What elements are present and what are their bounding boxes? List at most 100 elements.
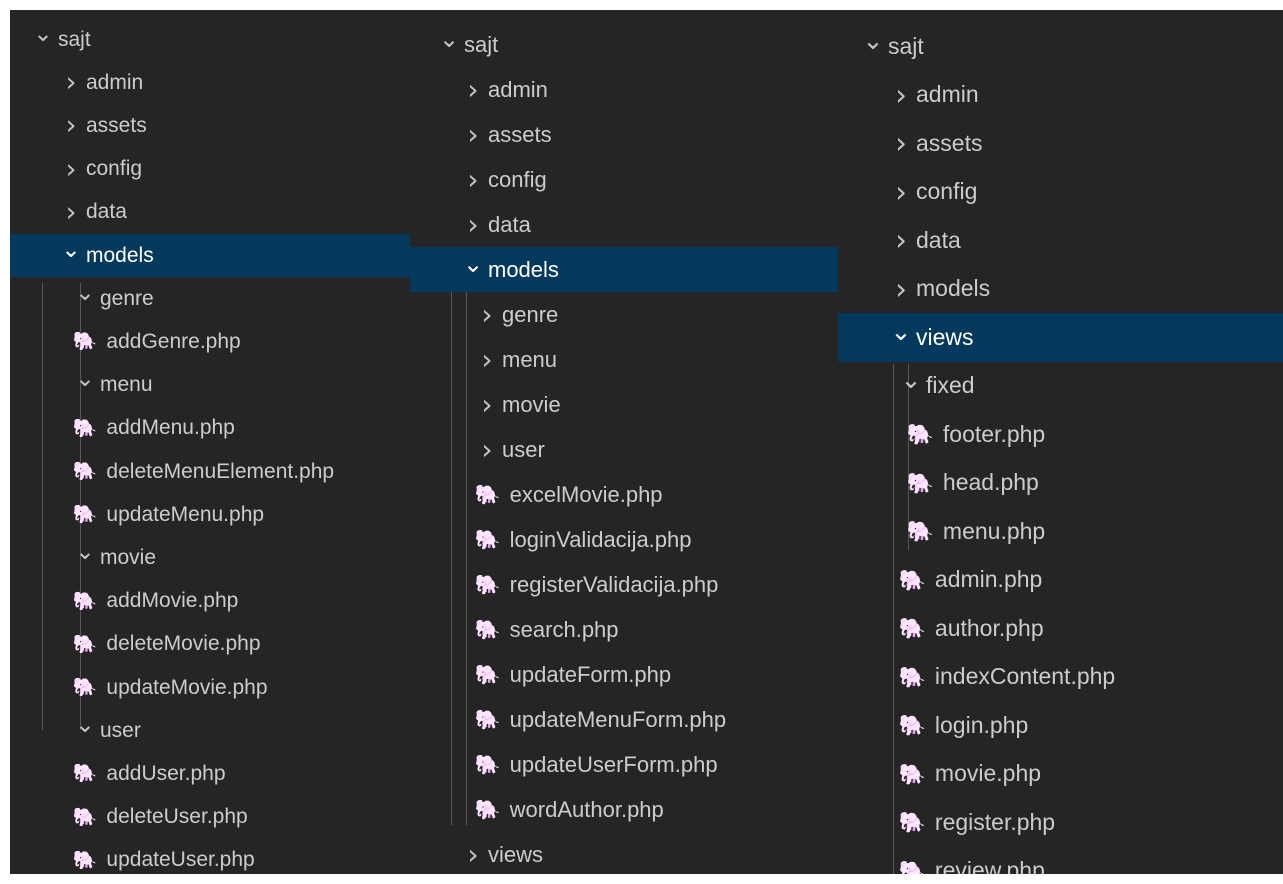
- folder-item[interactable]: › models: [838, 265, 1283, 314]
- folder-item[interactable]: › assets: [10, 104, 420, 147]
- file-item[interactable]: 🐘 deleteMovie.php: [10, 623, 420, 666]
- folder-item[interactable]: ⌄ views: [838, 313, 1283, 362]
- file-item[interactable]: 🐘 excelMovie.php: [410, 472, 838, 517]
- folder-item[interactable]: › admin: [410, 67, 838, 112]
- chevron-right-icon: ›: [481, 343, 493, 376]
- folder-item[interactable]: ⌄ genre: [10, 277, 420, 320]
- folder-item[interactable]: › data: [410, 202, 838, 247]
- file-item[interactable]: 🐘 deleteUser.php: [10, 796, 420, 839]
- file-item[interactable]: 🐘 head.php: [838, 459, 1283, 508]
- php-elephant-icon: 🐘: [474, 574, 501, 596]
- folder-item[interactable]: ⌄ sajt: [838, 22, 1283, 71]
- php-elephant-icon: 🐘: [898, 567, 927, 592]
- folder-item[interactable]: › config: [10, 148, 420, 191]
- php-elephant-icon: 🐘: [898, 616, 927, 641]
- folder-name: config: [86, 157, 143, 181]
- chevron-right-icon: ›: [467, 118, 479, 151]
- file-item[interactable]: 🐘 login.php: [838, 701, 1283, 750]
- folder-item[interactable]: › assets: [838, 119, 1283, 168]
- file-name: author.php: [934, 614, 1044, 641]
- folder-name: data: [488, 211, 531, 237]
- folder-item[interactable]: › config: [838, 168, 1283, 217]
- folder-item[interactable]: › config: [410, 157, 838, 202]
- folder-item[interactable]: › views: [410, 832, 838, 874]
- folder-item[interactable]: ⌄ sajt: [10, 18, 420, 61]
- folder-item[interactable]: ⌄ sajt: [410, 22, 838, 67]
- file-name: registerValidacija.php: [509, 571, 719, 597]
- folder-name: config: [916, 178, 978, 205]
- folder-item[interactable]: › admin: [838, 71, 1283, 120]
- file-item[interactable]: 🐘 loginValidacija.php: [410, 517, 838, 562]
- folder-item[interactable]: ⌄ fixed: [838, 362, 1283, 411]
- file-item[interactable]: 🐘 updateMenu.php: [10, 493, 420, 536]
- chevron-down-icon: ⌄: [900, 365, 922, 395]
- folder-name: config: [488, 166, 547, 192]
- file-name: movie.php: [934, 760, 1042, 787]
- folder-name: data: [916, 226, 961, 253]
- file-item[interactable]: 🐘 registerValidacija.php: [410, 562, 838, 607]
- folder-item[interactable]: ⌄ models: [410, 247, 838, 292]
- file-item[interactable]: 🐘 movie.php: [838, 750, 1283, 799]
- file-item[interactable]: 🐘 updateForm.php: [410, 652, 838, 697]
- explorer-panel-right: ⌄ sajt › admin › assets › config › data › models ⌄ vi…: [838, 10, 1283, 874]
- chevron-right-icon: ›: [467, 73, 479, 106]
- file-item[interactable]: 🐘 register.php: [838, 798, 1283, 847]
- folder-item[interactable]: ⌄ movie: [10, 536, 420, 579]
- file-item[interactable]: 🐘 addGenre.php: [10, 320, 420, 363]
- file-item[interactable]: 🐘 search.php: [410, 607, 838, 652]
- chevron-down-icon: ⌄: [61, 236, 81, 263]
- file-item[interactable]: 🐘 wordAuthor.php: [410, 787, 838, 832]
- file-item[interactable]: 🐘 review.php: [838, 847, 1283, 874]
- chevron-down-icon: ⌄: [462, 249, 484, 278]
- file-name: wordAuthor.php: [509, 796, 664, 822]
- file-item[interactable]: 🐘 updateMenuForm.php: [410, 697, 838, 742]
- file-item[interactable]: 🐘 updateMovie.php: [10, 666, 420, 709]
- file-name: updateUser.php: [106, 848, 255, 872]
- folder-item[interactable]: ⌄ models: [10, 234, 420, 278]
- folder-item[interactable]: ⌄ user: [10, 709, 420, 752]
- folder-name: sajt: [58, 27, 91, 51]
- folder-item[interactable]: › data: [838, 216, 1283, 265]
- folder-item[interactable]: › assets: [410, 112, 838, 157]
- explorer-panel-middle: ⌄ sajt › admin › assets › config › data ⌄ models › ge…: [410, 10, 838, 874]
- file-item[interactable]: 🐘 addMovie.php: [10, 580, 420, 623]
- php-elephant-icon: 🐘: [474, 709, 501, 731]
- php-elephant-icon: 🐘: [72, 677, 98, 699]
- folder-name: models: [86, 243, 154, 267]
- folder-item[interactable]: › genre: [410, 292, 838, 337]
- chevron-right-icon: ›: [895, 271, 907, 306]
- folder-name: assets: [86, 113, 147, 137]
- file-item[interactable]: 🐘 updateUserForm.php: [410, 742, 838, 787]
- folder-item[interactable]: › menu: [410, 337, 838, 382]
- folder-item[interactable]: › admin: [10, 61, 420, 104]
- file-item[interactable]: 🐘 updateUser.php: [10, 839, 420, 874]
- chevron-down-icon: ⌄: [75, 366, 95, 393]
- folder-item[interactable]: › user: [410, 427, 838, 472]
- folder-name: user: [502, 436, 545, 462]
- file-name: footer.php: [942, 420, 1046, 447]
- file-item[interactable]: 🐘 menu.php: [838, 507, 1283, 556]
- chevron-down-icon: ⌄: [75, 711, 95, 738]
- file-name: admin.php: [934, 566, 1043, 593]
- file-item[interactable]: 🐘 addUser.php: [10, 752, 420, 795]
- file-name: search.php: [509, 616, 619, 642]
- file-name: menu.php: [942, 517, 1046, 544]
- folder-name: admin: [916, 81, 979, 108]
- file-name: addGenre.php: [106, 329, 241, 353]
- folder-item[interactable]: ⌄ menu: [10, 364, 420, 407]
- folder-name: user: [100, 718, 141, 742]
- file-item[interactable]: 🐘 footer.php: [838, 410, 1283, 459]
- file-item[interactable]: 🐘 author.php: [838, 604, 1283, 653]
- file-name: updateMenu.php: [106, 502, 265, 526]
- folder-item[interactable]: › movie: [410, 382, 838, 427]
- folder-name: views: [488, 841, 544, 867]
- file-item[interactable]: 🐘 addMenu.php: [10, 407, 420, 450]
- file-item[interactable]: 🐘 deleteMenuElement.php: [10, 450, 420, 493]
- file-item[interactable]: 🐘 admin.php: [838, 556, 1283, 605]
- php-elephant-icon: 🐘: [474, 754, 501, 776]
- folder-item[interactable]: › data: [10, 191, 420, 234]
- php-elephant-icon: 🐘: [72, 849, 98, 871]
- chevron-down-icon: ⌄: [862, 25, 884, 55]
- file-name: head.php: [942, 469, 1039, 496]
- file-item[interactable]: 🐘 indexContent.php: [838, 653, 1283, 702]
